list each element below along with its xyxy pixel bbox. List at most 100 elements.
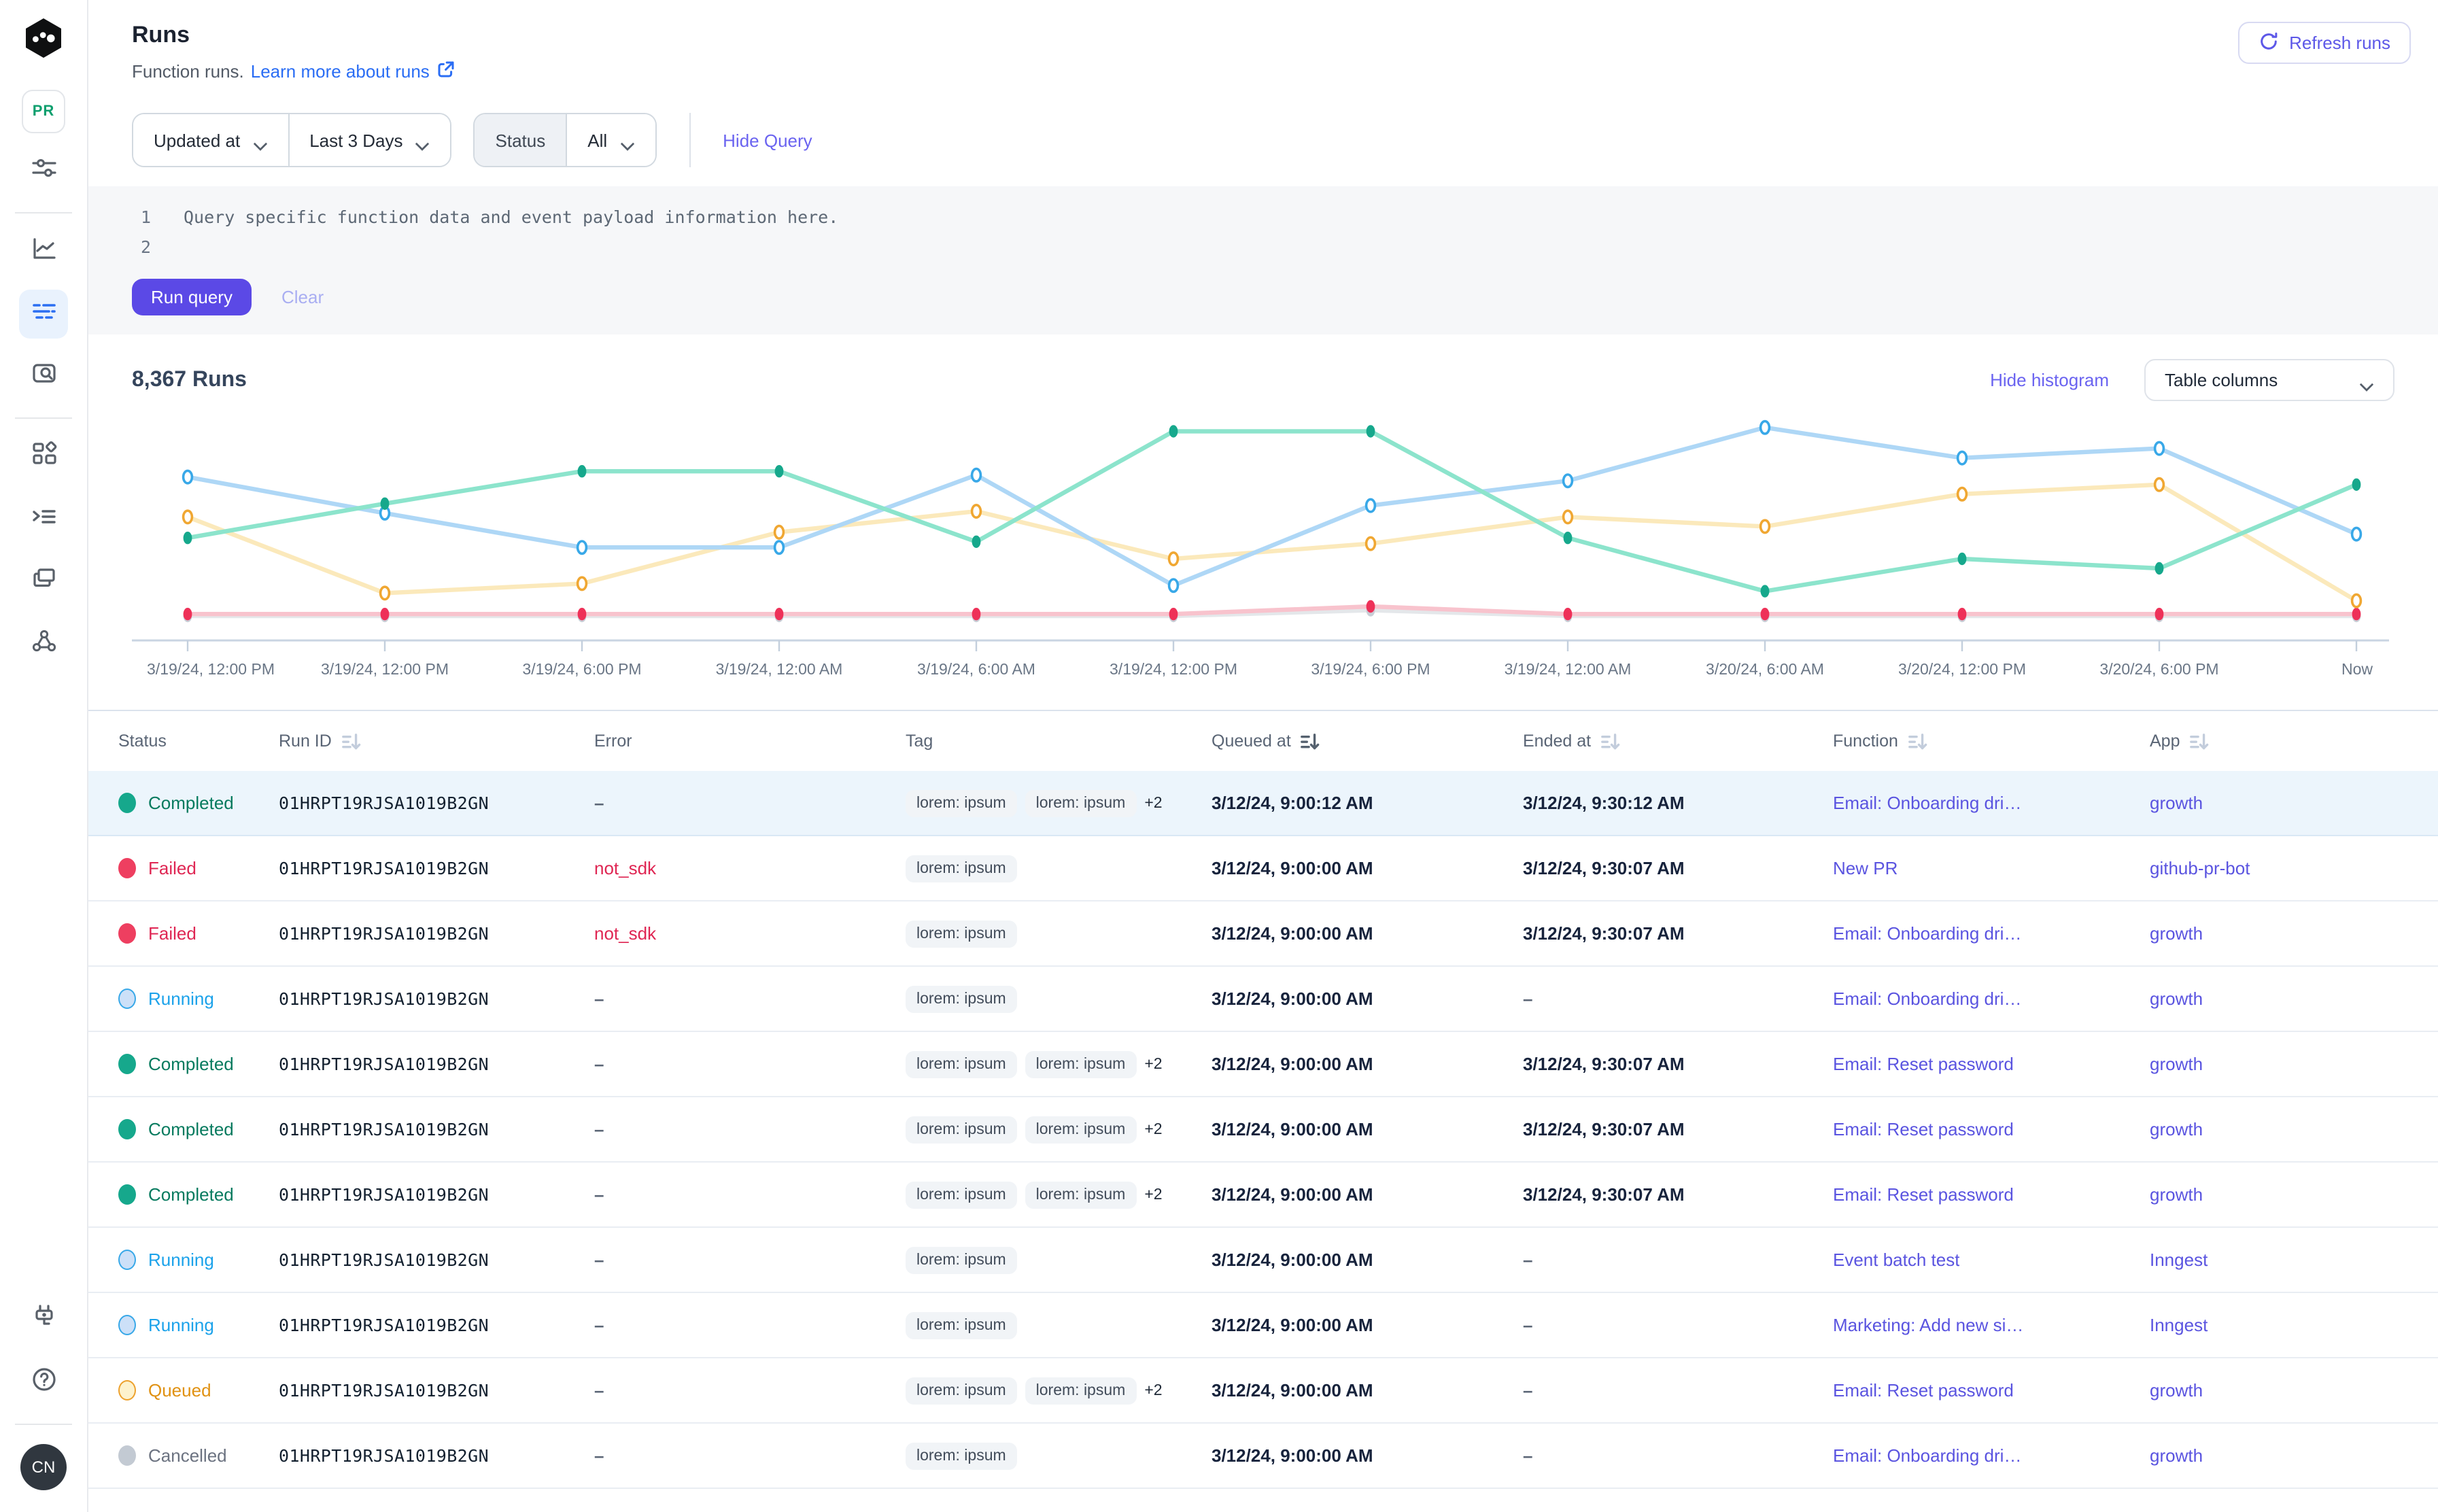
sort-icon[interactable] — [1908, 732, 1928, 750]
run-id: 01HRPT19RJSA1019B2GN — [279, 1184, 489, 1205]
line-number: 2 — [132, 233, 151, 262]
error-value: – — [594, 1315, 604, 1335]
status-dot — [118, 1445, 136, 1466]
function-link[interactable]: Event batch test — [1833, 1250, 1959, 1270]
status-filter-group: Status All — [474, 113, 657, 167]
time-field-dropdown[interactable]: Updated at — [133, 114, 288, 166]
learn-more-link[interactable]: Learn more about runs — [251, 60, 456, 83]
query-line-1[interactable]: 1 Query specific function data and event… — [132, 203, 2394, 233]
app-link[interactable]: growth — [2150, 923, 2203, 944]
sidebar-item-events[interactable] — [19, 557, 68, 606]
runs-list-icon — [31, 298, 56, 330]
table-row[interactable]: Completed 01HRPT19RJSA1019B2GN – lorem: … — [88, 1032, 2438, 1097]
function-link[interactable]: Email: Onboarding dri… — [1833, 989, 2021, 1009]
table-row[interactable]: Cancelled 01HRPT19RJSA1019B2GN – lorem: … — [88, 1424, 2438, 1489]
table-row[interactable]: Running 01HRPT19RJSA1019B2GN – lorem: ip… — [88, 967, 2438, 1032]
runs-section: 8,367 Runs Hide histogram Table columns … — [88, 334, 2438, 693]
clear-query-button[interactable]: Clear — [281, 287, 324, 307]
column-header[interactable]: Function — [1822, 732, 2139, 751]
app-link[interactable]: growth — [2150, 1380, 2203, 1401]
sidebar-item-runs[interactable] — [19, 290, 68, 339]
column-header[interactable]: Tag — [895, 732, 1201, 751]
function-link[interactable]: Email: Onboarding dri… — [1833, 1445, 2021, 1466]
error-value: – — [594, 989, 604, 1009]
column-header[interactable]: Error — [583, 732, 895, 751]
table-row[interactable]: Completed 01HRPT19RJSA1019B2GN – lorem: … — [88, 1163, 2438, 1228]
sidebar-item-search[interactable] — [19, 352, 68, 401]
user-avatar[interactable]: CN — [20, 1444, 67, 1490]
time-range-dropdown[interactable]: Last 3 Days — [288, 114, 450, 166]
sidebar-item-apps[interactable] — [19, 432, 68, 481]
query-editor-panel: 1 Query specific function data and event… — [88, 186, 2438, 334]
tag-list: lorem: ipsum — [906, 1246, 1017, 1273]
table-row[interactable]: Failed 01HRPT19RJSA1019B2GN not_sdk lore… — [88, 836, 2438, 901]
query-line-2[interactable]: 2 — [132, 233, 2394, 262]
environment-badge[interactable]: PR — [22, 90, 65, 133]
ended-at: – — [1523, 1315, 1532, 1335]
search-document-icon — [31, 360, 56, 393]
column-header[interactable]: Queued at — [1201, 732, 1512, 751]
column-header-label: Run ID — [279, 732, 332, 751]
table-header-row: Status Run ID Error Tag Queued at Ended … — [88, 711, 2438, 771]
table-columns-dropdown[interactable]: Table columns — [2144, 359, 2394, 401]
svg-text:3/20/24, 6:00 AM: 3/20/24, 6:00 AM — [1706, 660, 1824, 678]
sidebar-item-webhooks[interactable] — [19, 620, 68, 669]
app-link[interactable]: Inngest — [2150, 1250, 2208, 1270]
app-link[interactable]: growth — [2150, 793, 2203, 813]
queued-at: 3/12/24, 9:00:00 AM — [1212, 1315, 1373, 1335]
sidebar-item-help[interactable] — [19, 1358, 68, 1407]
column-header[interactable]: Status — [107, 732, 268, 751]
app-link[interactable]: growth — [2150, 989, 2203, 1009]
function-link[interactable]: New PR — [1833, 858, 1898, 878]
app-link[interactable]: growth — [2150, 1445, 2203, 1466]
sidebar-item-metrics[interactable] — [19, 227, 68, 276]
sort-icon[interactable] — [1600, 732, 1621, 750]
column-header[interactable]: Run ID — [268, 732, 583, 751]
function-link[interactable]: Email: Reset password — [1833, 1380, 2014, 1401]
app-link[interactable]: github-pr-bot — [2150, 858, 2250, 878]
table-row[interactable]: Failed 01HRPT19RJSA1019B2GN not_sdk lore… — [88, 901, 2438, 967]
hide-query-link[interactable]: Hide Query — [723, 130, 812, 150]
refresh-runs-button[interactable]: Refresh runs — [2237, 22, 2411, 64]
tag-pill: lorem: ipsum — [906, 1246, 1017, 1273]
app-link[interactable]: growth — [2150, 1119, 2203, 1139]
error-value: – — [594, 1054, 604, 1074]
function-link[interactable]: Email: Onboarding dri… — [1833, 793, 2021, 813]
sort-icon[interactable] — [2190, 732, 2210, 750]
sort-icon[interactable] — [341, 732, 362, 750]
histogram-chart: 3/19/24, 12:00 PM3/19/24, 12:00 PM3/19/2… — [132, 415, 2416, 693]
function-link[interactable]: Email: Reset password — [1833, 1054, 2014, 1074]
app-link[interactable]: growth — [2150, 1054, 2203, 1074]
sidebar-item-filters[interactable] — [19, 147, 68, 196]
run-id: 01HRPT19RJSA1019B2GN — [279, 793, 489, 813]
status-label: Completed — [148, 793, 234, 813]
tag-list: lorem: ipsum — [906, 1311, 1017, 1339]
table-row[interactable]: Queued 01HRPT19RJSA1019B2GN – lorem: ips… — [88, 1358, 2438, 1424]
status-cell: Cancelled — [107, 1445, 268, 1466]
column-header[interactable]: App — [2139, 732, 2424, 751]
ended-at: 3/12/24, 9:30:07 AM — [1523, 858, 1685, 878]
status-filter-dropdown[interactable]: All — [566, 114, 655, 166]
sort-icon[interactable] — [1301, 732, 1321, 750]
app-link[interactable]: growth — [2150, 1184, 2203, 1205]
error-value: – — [594, 793, 604, 813]
function-link[interactable]: Email: Reset password — [1833, 1119, 2014, 1139]
apps-icon — [31, 441, 56, 473]
function-link[interactable]: Marketing: Add new si… — [1833, 1315, 2023, 1335]
run-query-button[interactable]: Run query — [132, 279, 252, 315]
app-link[interactable]: Inngest — [2150, 1315, 2208, 1335]
table-row[interactable]: Running 01HRPT19RJSA1019B2GN – lorem: ip… — [88, 1228, 2438, 1293]
tag-pill: lorem: ipsum — [906, 1442, 1017, 1469]
column-header[interactable]: Ended at — [1512, 732, 1822, 751]
table-row[interactable]: Completed 01HRPT19RJSA1019B2GN – lorem: … — [88, 771, 2438, 836]
table-row[interactable]: Completed 01HRPT19RJSA1019B2GN – lorem: … — [88, 1097, 2438, 1163]
sidebar-item-dev-server[interactable] — [19, 1296, 68, 1345]
sidebar-item-functions[interactable] — [19, 495, 68, 544]
status-label: Running — [148, 1250, 214, 1270]
tag-list: lorem: ipsum — [906, 855, 1017, 882]
hide-histogram-link[interactable]: Hide histogram — [1990, 370, 2109, 390]
status-cell: Completed — [107, 793, 268, 813]
function-link[interactable]: Email: Reset password — [1833, 1184, 2014, 1205]
table-row[interactable]: Running 01HRPT19RJSA1019B2GN – lorem: ip… — [88, 1293, 2438, 1358]
function-link[interactable]: Email: Onboarding dri… — [1833, 923, 2021, 944]
